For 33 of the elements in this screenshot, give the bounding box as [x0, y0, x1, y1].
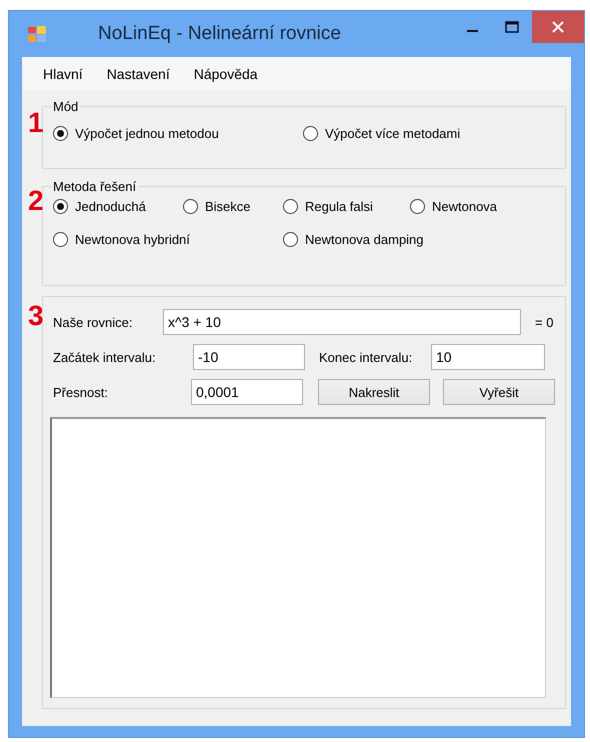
- radio-button[interactable]: Bisekce: [183, 199, 251, 214]
- draw-button[interactable]: Nakreslit: [318, 379, 430, 405]
- menu-item[interactable]: Nápověda: [182, 66, 270, 82]
- step-number: 2: [28, 187, 44, 215]
- menu-item[interactable]: Nastavení: [94, 66, 182, 82]
- step-number: 1: [28, 109, 44, 137]
- group-title: Mód: [52, 99, 80, 114]
- equals-label: = 0: [535, 314, 554, 330]
- radio-button[interactable]: Výpočet jednou metodou: [53, 126, 219, 141]
- step-number: 3: [28, 302, 44, 330]
- radio-button[interactable]: Newtonova: [410, 199, 498, 214]
- radio-button[interactable]: Newtonova damping: [283, 232, 424, 247]
- field-label: Naše rovnice:: [53, 314, 134, 330]
- radio-button[interactable]: Newtonova hybridní: [53, 232, 190, 247]
- solve-button[interactable]: Vyřešit: [443, 379, 555, 405]
- group-title: Metoda řešení: [52, 179, 138, 194]
- input-field[interactable]: 10: [431, 344, 545, 370]
- maximize-icon: [505, 21, 519, 33]
- minimize-icon: [466, 30, 478, 32]
- input-field[interactable]: x^3 + 10: [163, 309, 521, 335]
- window-title: NoLinEq - Nelineární rovnice: [97, 23, 342, 45]
- radio-button[interactable]: Regula falsi: [283, 199, 373, 214]
- app-icon: [27, 25, 47, 43]
- radio-button[interactable]: Jednoduchá: [53, 199, 146, 214]
- close-icon: [552, 21, 564, 33]
- menu-item[interactable]: Hlavní: [31, 66, 95, 82]
- radio-button[interactable]: Výpočet více metodami: [303, 126, 460, 141]
- field-label: Konec intervalu:: [319, 350, 414, 364]
- field-label: Začátek intervalu:: [53, 350, 157, 364]
- input-field[interactable]: 0,0001: [191, 379, 303, 405]
- close-button[interactable]: [532, 11, 584, 43]
- field-label: Přesnost:: [53, 384, 109, 400]
- input-field[interactable]: -10: [193, 344, 305, 370]
